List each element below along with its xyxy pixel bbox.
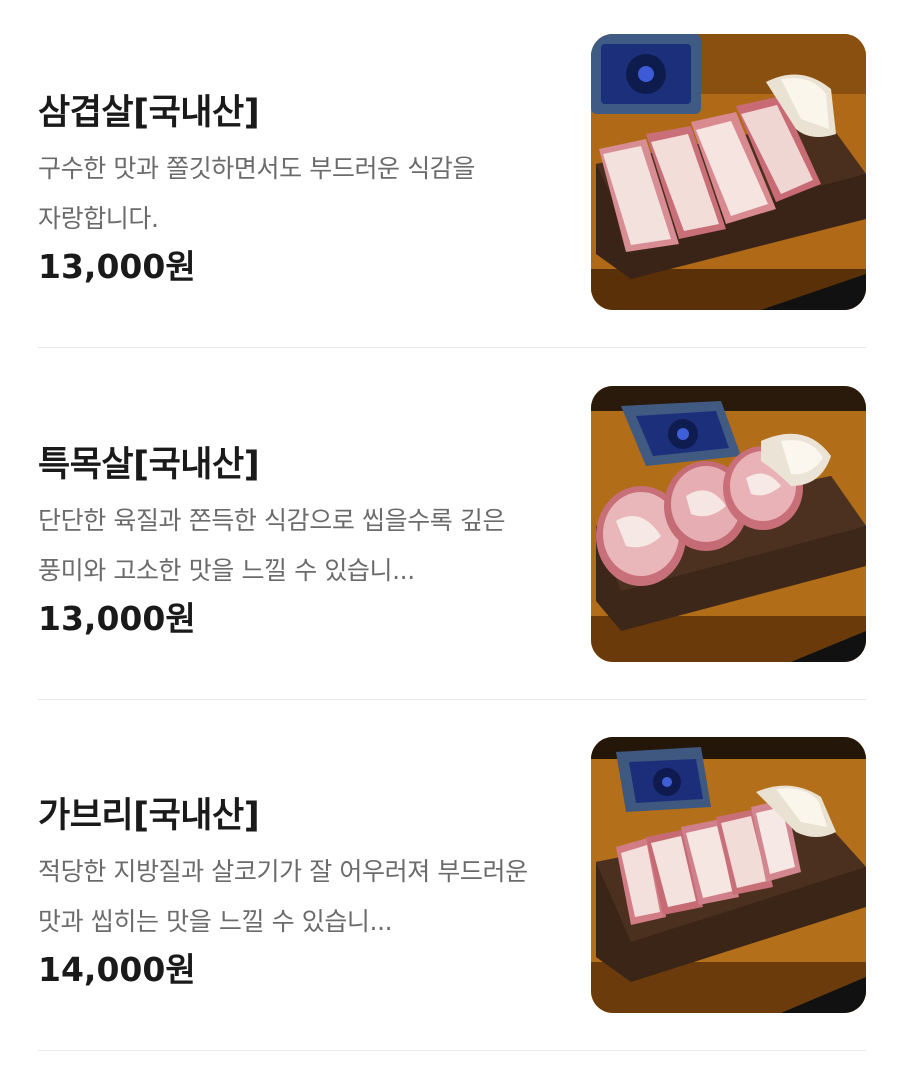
pork-neck-photo[interactable] [591,386,866,662]
menu-divider [38,699,866,700]
pork-jowl-photo[interactable] [591,737,866,1013]
menu-item-samgyeopsal[interactable]: 삼겹살[국내산] 구수한 맛과 쫄깃하면서도 부드러운 식감을 자랑합니다. 1… [38,34,866,348]
menu-divider [38,1050,866,1051]
menu-divider [38,347,866,348]
menu-item-price: 14,000원 [38,950,196,989]
menu-list: 삼겹살[국내산] 구수한 맛과 쫄깃하면서도 부드러운 식감을 자랑합니다. 1… [0,0,900,1065]
pork-jowl-image [591,737,866,1013]
menu-item-price: 13,000원 [38,247,196,286]
menu-item-teukmoksal[interactable]: 특목살[국내산] 단단한 육질과 쫀득한 식감으로 씹을수록 깊은 풍미와 고소… [38,386,866,700]
menu-item-name: 가브리[국내산] [38,796,260,836]
menu-item-description: 구수한 맛과 쫄깃하면서도 부드러운 식감을 자랑합니다. [38,154,475,233]
menu-item-name: 삼겹살[국내산] [38,93,260,133]
pork-belly-photo[interactable] [591,34,866,310]
menu-item-description: 적당한 지방질과 살코기가 잘 어우러져 부드러운 맛과 씹히는 맛을 느낄 수… [38,857,528,936]
menu-item-price: 13,000원 [38,599,196,638]
pork-belly-image [591,34,866,310]
menu-item-description: 단단한 육질과 쫀득한 식감으로 씹을수록 깊은 풍미와 고소한 맛을 느낄 수… [38,506,506,585]
pork-neck-image [591,386,866,662]
menu-item-name: 특목살[국내산] [38,445,260,485]
menu-item-gabri[interactable]: 가브리[국내산] 적당한 지방질과 살코기가 잘 어우러져 부드러운 맛과 씹히… [38,737,866,1051]
